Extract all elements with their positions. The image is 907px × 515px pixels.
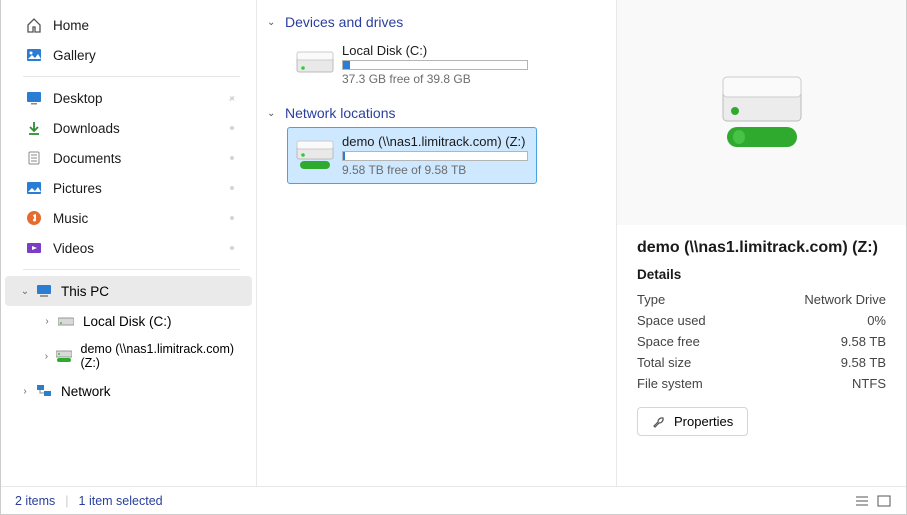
tree-network-drive-label: demo (\\nas1.limitrack.com) (Z:) [81,342,244,370]
disk-icon [57,312,75,330]
section-devices-drives[interactable]: ⌄ Devices and drives [265,10,608,34]
network-drive-icon [717,73,807,153]
drive-local-status: 37.3 GB free of 39.8 GB [342,72,528,86]
status-separator: | [65,494,68,508]
pin-icon [226,212,238,224]
drive-network-demo[interactable]: demo (\\nas1.limitrack.com) (Z:) 9.58 TB… [287,127,537,184]
drive-network-status: 9.58 TB free of 9.58 TB [342,163,528,177]
pin-icon [226,152,238,164]
videos-icon [25,239,43,257]
details-type-key: Type [637,292,665,307]
drive-local-usage-bar [342,60,528,70]
details-free-key: Space free [637,334,700,349]
details-total-value: 9.58 TB [841,355,886,370]
nav-divider [23,269,240,270]
this-pc-icon [35,282,53,300]
desktop-icon [25,89,43,107]
details-preview [617,0,906,225]
nav-desktop-label: Desktop [53,91,103,106]
drive-local-disk[interactable]: Local Disk (C:) 37.3 GB free of 39.8 GB [287,36,537,93]
tree-local-disk-label: Local Disk (C:) [83,314,172,329]
downloads-icon [25,119,43,137]
pin-icon [226,242,238,254]
pictures-icon [25,179,43,197]
details-pane: demo (\\nas1.limitrack.com) (Z:) Details… [616,0,906,486]
disk-icon [296,48,334,82]
nav-videos-label: Videos [53,241,94,256]
nav-gallery[interactable]: Gallery [5,40,252,70]
chevron-down-icon: ⌄ [267,17,283,28]
properties-button[interactable]: Properties [637,407,748,436]
wrench-icon [652,415,666,429]
nav-downloads[interactable]: Downloads [5,113,252,143]
nav-documents-label: Documents [53,151,121,166]
details-type-value: Network Drive [804,292,886,307]
main-content: ⌄ Devices and drives Local Disk (C:) 37.… [257,0,616,486]
chevron-right-icon: › [39,351,54,362]
chevron-right-icon: › [39,316,55,327]
documents-icon [25,149,43,167]
section-network-label: Network locations [285,105,396,121]
nav-divider [23,76,240,77]
tree-this-pc[interactable]: ⌄ This PC [5,276,252,306]
status-bar: 2 items | 1 item selected [1,486,906,514]
details-fs-value: NTFS [852,376,886,391]
nav-home-label: Home [53,18,89,33]
pin-icon [226,122,238,134]
details-fs-key: File system [637,376,703,391]
section-network-locations[interactable]: ⌄ Network locations [265,101,608,125]
nav-music[interactable]: Music [5,203,252,233]
details-free-value: 9.58 TB [841,334,886,349]
music-icon [25,209,43,227]
details-title: demo (\\nas1.limitrack.com) (Z:) [637,239,886,257]
nav-home[interactable]: Home [5,10,252,40]
view-details-icon[interactable] [854,494,870,508]
details-used-key: Space used [637,313,706,328]
details-heading: Details [637,267,886,282]
network-drive-icon [56,347,73,365]
pin-icon [226,92,238,104]
network-icon [35,382,53,400]
properties-label: Properties [674,414,733,429]
nav-pictures[interactable]: Pictures [5,173,252,203]
network-drive-icon [296,139,334,173]
tree-network[interactable]: › Network [5,376,252,406]
status-item-count: 2 items [15,494,55,508]
chevron-down-icon: ⌄ [17,286,33,297]
status-selected-count: 1 item selected [79,494,163,508]
nav-music-label: Music [53,211,88,226]
section-devices-label: Devices and drives [285,14,403,30]
pin-icon [226,182,238,194]
tree-network-drive[interactable]: › demo (\\nas1.limitrack.com) (Z:) [5,336,252,376]
sidebar: Home Gallery Desktop Downloads [1,0,257,486]
nav-documents[interactable]: Documents [5,143,252,173]
chevron-down-icon: ⌄ [267,108,283,119]
tree-local-disk[interactable]: › Local Disk (C:) [5,306,252,336]
nav-downloads-label: Downloads [53,121,120,136]
view-large-icons-icon[interactable] [876,494,892,508]
drive-local-name: Local Disk (C:) [342,43,528,58]
chevron-right-icon: › [17,386,33,397]
details-total-key: Total size [637,355,691,370]
drive-network-usage-bar [342,151,528,161]
nav-gallery-label: Gallery [53,48,96,63]
tree-network-label: Network [61,384,111,399]
nav-desktop[interactable]: Desktop [5,83,252,113]
tree-this-pc-label: This PC [61,284,109,299]
nav-pictures-label: Pictures [53,181,102,196]
nav-videos[interactable]: Videos [5,233,252,263]
home-icon [25,16,43,34]
gallery-icon [25,46,43,64]
details-used-value: 0% [867,313,886,328]
drive-network-name: demo (\\nas1.limitrack.com) (Z:) [342,134,528,149]
